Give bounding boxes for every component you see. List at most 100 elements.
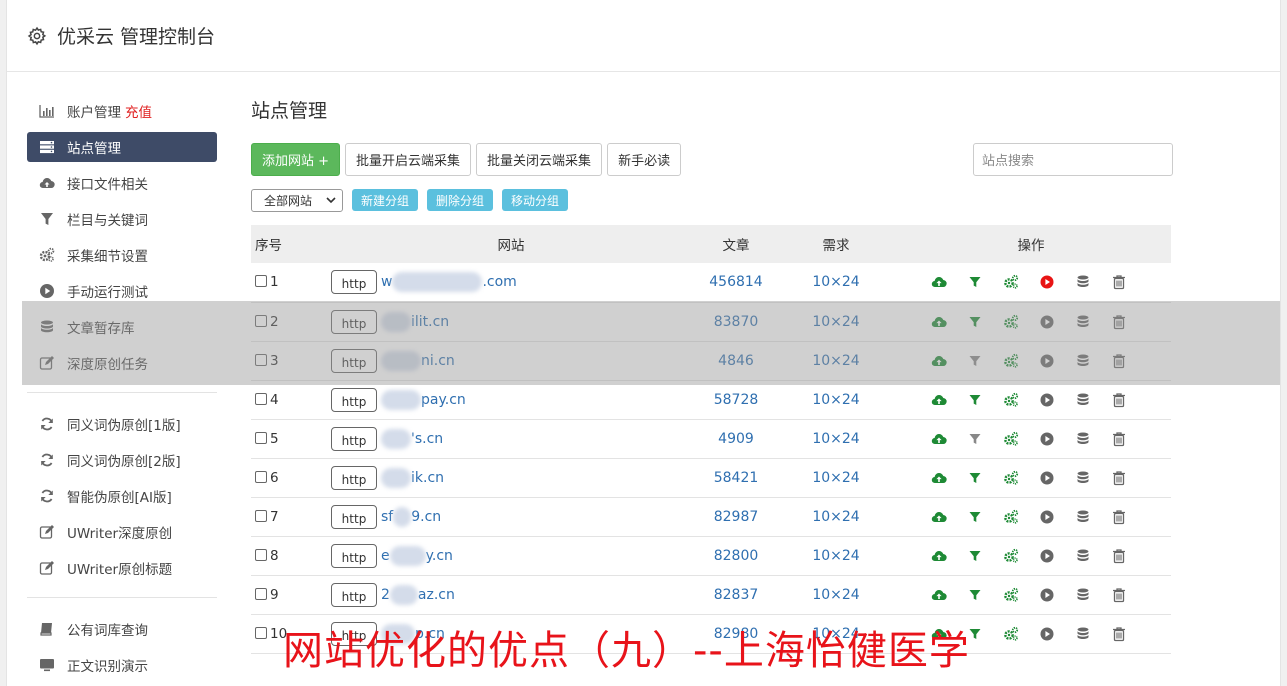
- database-icon[interactable]: [1065, 468, 1101, 488]
- article-count[interactable]: 456814: [691, 263, 781, 302]
- beginner-guide-button[interactable]: 新手必读: [607, 142, 682, 176]
- article-count[interactable]: 82987: [691, 497, 781, 536]
- cloud-upload-icon[interactable]: [921, 546, 957, 566]
- cogs-icon[interactable]: [993, 390, 1029, 410]
- demand-value[interactable]: 10×24: [781, 263, 891, 302]
- site-domain-end[interactable]: 9.cn: [411, 509, 441, 525]
- sidebar-item-uwriter-deep[interactable]: UWriter深度原创: [27, 517, 217, 547]
- sidebar-item-synonym-v2[interactable]: 同义词伪原创[2版]: [27, 445, 217, 475]
- play-circle-icon[interactable]: [1029, 429, 1065, 449]
- database-icon[interactable]: [1065, 272, 1101, 292]
- protocol-badge[interactable]: http: [331, 504, 377, 529]
- trash-icon[interactable]: [1101, 390, 1137, 410]
- cloud-upload-icon[interactable]: [921, 585, 957, 605]
- demand-value[interactable]: 10×24: [781, 419, 891, 458]
- database-icon[interactable]: [1065, 546, 1101, 566]
- trash-icon[interactable]: [1101, 468, 1137, 488]
- article-count[interactable]: 58421: [691, 458, 781, 497]
- demand-value[interactable]: 10×24: [781, 575, 891, 614]
- demand-value[interactable]: 10×24: [781, 458, 891, 497]
- site-domain-start[interactable]: e: [381, 548, 390, 564]
- trash-icon[interactable]: [1101, 507, 1137, 527]
- cloud-upload-icon[interactable]: [921, 507, 957, 527]
- row-checkbox[interactable]: [255, 626, 267, 639]
- sidebar-item-collect-settings[interactable]: 采集细节设置: [27, 240, 217, 270]
- filter-icon[interactable]: [957, 468, 993, 488]
- cogs-icon[interactable]: [993, 507, 1029, 527]
- database-icon[interactable]: [1065, 507, 1101, 527]
- cloud-upload-icon[interactable]: [921, 429, 957, 449]
- trash-icon[interactable]: [1101, 585, 1137, 605]
- site-domain-end[interactable]: az.cn: [418, 587, 455, 603]
- filter-icon[interactable]: [957, 585, 993, 605]
- sidebar-item-public-dict[interactable]: 公有词库查询: [27, 614, 217, 644]
- cogs-icon[interactable]: [993, 272, 1029, 292]
- delete-group-button[interactable]: 删除分组: [427, 189, 494, 211]
- sidebar-item-text-recognition[interactable]: 正文识别演示: [27, 650, 217, 680]
- move-group-button[interactable]: 移动分组: [502, 189, 569, 211]
- cogs-icon[interactable]: [993, 585, 1029, 605]
- site-domain-start[interactable]: 2: [381, 587, 390, 603]
- site-domain-end[interactable]: y.cn: [426, 548, 453, 564]
- row-checkbox[interactable]: [255, 431, 267, 444]
- play-circle-icon[interactable]: [1029, 507, 1065, 527]
- site-search-input[interactable]: 站点搜索: [973, 142, 1173, 176]
- cloud-upload-icon[interactable]: [921, 272, 957, 292]
- sidebar-item-sites[interactable]: 站点管理: [27, 132, 217, 162]
- protocol-badge[interactable]: http: [331, 582, 377, 607]
- site-domain-end[interactable]: .com: [482, 274, 516, 290]
- play-circle-icon[interactable]: [1029, 272, 1065, 292]
- batch-disable-cloud-button[interactable]: 批量关闭云端采集: [476, 142, 603, 176]
- filter-icon[interactable]: [957, 390, 993, 410]
- protocol-badge[interactable]: http: [331, 543, 377, 568]
- filter-icon[interactable]: [957, 507, 993, 527]
- cloud-upload-icon[interactable]: [921, 468, 957, 488]
- sidebar-item-keywords[interactable]: 栏目与关键词: [27, 204, 217, 234]
- database-icon[interactable]: [1065, 390, 1101, 410]
- demand-value[interactable]: 10×24: [781, 536, 891, 575]
- play-circle-icon[interactable]: [1029, 585, 1065, 605]
- protocol-badge[interactable]: http: [331, 387, 377, 412]
- recharge-link[interactable]: 充值: [125, 101, 152, 121]
- cogs-icon[interactable]: [993, 624, 1029, 644]
- filter-icon[interactable]: [957, 272, 993, 292]
- play-circle-icon[interactable]: [1029, 468, 1065, 488]
- article-count[interactable]: 82800: [691, 536, 781, 575]
- trash-icon[interactable]: [1101, 624, 1137, 644]
- group-select[interactable]: 全部网站: [251, 188, 343, 212]
- trash-icon[interactable]: [1101, 429, 1137, 449]
- protocol-badge[interactable]: http: [331, 465, 377, 490]
- site-domain-end[interactable]: 's.cn: [411, 431, 443, 447]
- row-checkbox[interactable]: [255, 548, 267, 561]
- site-domain-start[interactable]: w: [381, 274, 392, 290]
- add-site-button[interactable]: 添加网站 +: [251, 142, 341, 176]
- row-checkbox[interactable]: [255, 470, 267, 483]
- sidebar-item-uwriter-title[interactable]: UWriter原创标题: [27, 553, 217, 583]
- database-icon[interactable]: [1065, 585, 1101, 605]
- cloud-upload-icon[interactable]: [921, 390, 957, 410]
- site-domain-start[interactable]: sf: [381, 509, 393, 525]
- database-icon[interactable]: [1065, 429, 1101, 449]
- demand-value[interactable]: 10×24: [781, 380, 891, 419]
- new-group-button[interactable]: 新建分组: [352, 189, 419, 211]
- sidebar-item-synonym-v1[interactable]: 同义词伪原创[1版]: [27, 409, 217, 439]
- row-checkbox[interactable]: [255, 275, 267, 288]
- protocol-badge[interactable]: http: [331, 270, 377, 295]
- demand-value[interactable]: 10×24: [781, 497, 891, 536]
- cogs-icon[interactable]: [993, 468, 1029, 488]
- database-icon[interactable]: [1065, 624, 1101, 644]
- trash-icon[interactable]: [1101, 272, 1137, 292]
- sidebar-item-ai-rewrite[interactable]: 智能伪原创[AI版]: [27, 481, 217, 511]
- article-count[interactable]: 82837: [691, 575, 781, 614]
- site-domain-end[interactable]: ik.cn: [411, 470, 444, 486]
- play-circle-icon[interactable]: [1029, 390, 1065, 410]
- play-circle-icon[interactable]: [1029, 546, 1065, 566]
- site-domain-end[interactable]: pay.cn: [421, 392, 466, 408]
- sidebar-item-account[interactable]: 账户管理 充值: [27, 96, 217, 126]
- filter-icon[interactable]: [957, 546, 993, 566]
- protocol-badge[interactable]: http: [331, 426, 377, 451]
- cogs-icon[interactable]: [993, 429, 1029, 449]
- article-count[interactable]: 4909: [691, 419, 781, 458]
- article-count[interactable]: 58728: [691, 380, 781, 419]
- batch-enable-cloud-button[interactable]: 批量开启云端采集: [345, 142, 472, 176]
